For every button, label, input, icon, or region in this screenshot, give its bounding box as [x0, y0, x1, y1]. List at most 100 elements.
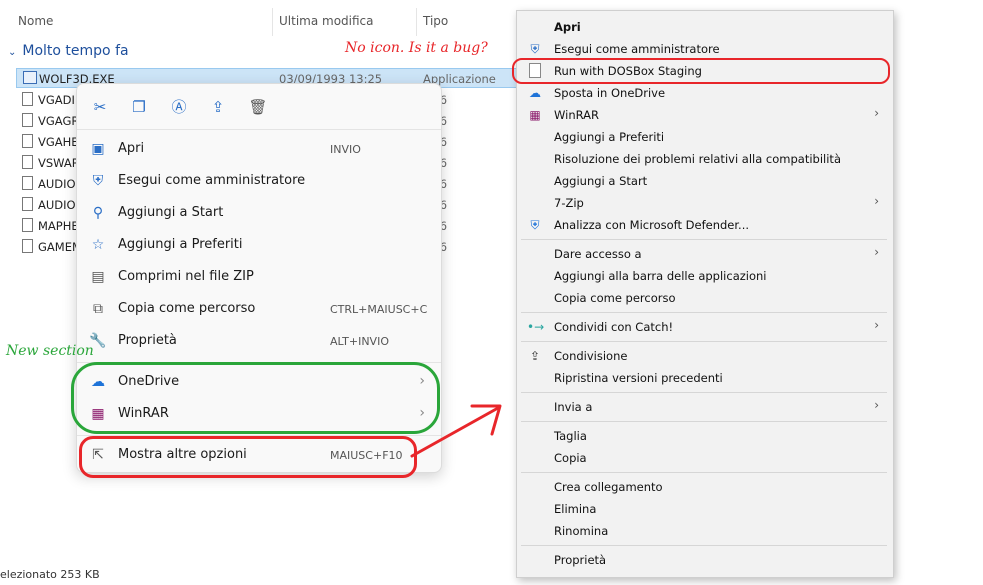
menu-item-send-to[interactable]: Invia a ›	[519, 396, 891, 418]
menu-item-favorites[interactable]: ☆ Aggiungi a Preferiti	[81, 230, 435, 260]
path-icon: ⧉	[93, 301, 103, 317]
menu-label: Esegui come amministratore	[118, 173, 306, 188]
menu-item-move-onedrive[interactable]: ☁ Sposta in OneDrive	[519, 82, 891, 104]
file-name: AUDIO	[38, 177, 76, 191]
file-icon	[22, 176, 33, 190]
file-icon	[22, 92, 33, 106]
menu-label: Apri	[554, 20, 581, 34]
menu-item-catch[interactable]: •→ Condividi con Catch! ›	[519, 316, 891, 338]
menu-label: Analizza con Microsoft Defender...	[554, 218, 750, 232]
menu-label: Copia come percorso	[118, 301, 256, 316]
menu-label: Dare accesso a	[554, 247, 642, 261]
pin-icon: ⚲	[92, 205, 104, 221]
chevron-down-icon: ⌄	[8, 47, 17, 58]
file-name: AUDIO	[38, 198, 76, 212]
divider	[521, 239, 887, 240]
menu-item-run-as-admin[interactable]: ⛨ Esegui come amministratore	[519, 38, 891, 60]
menu-label: Esegui come amministratore	[554, 42, 720, 56]
menu-label: Sposta in OneDrive	[554, 86, 666, 100]
menu-item-apri[interactable]: Apri	[519, 16, 891, 38]
chevron-right-icon: ›	[874, 318, 879, 332]
menu-label: 7-Zip	[554, 196, 584, 210]
menu-item-create-shortcut[interactable]: Crea collegamento	[519, 476, 891, 498]
zip-icon: ▤	[91, 269, 105, 285]
shortcut-text: INVIO	[330, 143, 361, 156]
menu-label: Copia	[554, 451, 587, 465]
menu-item-defender[interactable]: ⛨ Analizza con Microsoft Defender...	[519, 214, 891, 236]
menu-label: WinRAR	[554, 108, 599, 122]
status-bar-text: elezionato 253 KB	[0, 568, 100, 581]
menu-label: Proprietà	[554, 553, 607, 567]
menu-label: Elimina	[554, 502, 597, 516]
menu-item-properties[interactable]: Proprietà	[519, 549, 891, 571]
app-window-icon: ▣	[91, 141, 105, 157]
file-name: MAPHE	[38, 219, 79, 233]
menu-label: Crea collegamento	[554, 480, 663, 494]
menu-item-share[interactable]: ⇪ Condivisione	[519, 345, 891, 367]
uac-shield-icon: ⛨	[530, 42, 540, 56]
menu-item-give-access[interactable]: Dare accesso a ›	[519, 243, 891, 265]
menu-item-properties[interactable]: 🔧 Proprietà ALT+INVIO	[81, 326, 435, 356]
file-icon	[22, 239, 33, 253]
menu-item-delete[interactable]: Elimina	[519, 498, 891, 520]
annotation-no-icon: No icon. Is it a bug?	[345, 40, 488, 56]
menu-item-favorites[interactable]: Aggiungi a Preferiti	[519, 126, 891, 148]
divider	[521, 341, 887, 342]
menu-label: Invia a	[554, 400, 593, 414]
red-arrow	[410, 404, 502, 458]
menu-label: Taglia	[554, 429, 587, 443]
menu-label: Rinomina	[554, 524, 609, 538]
menu-item-copy-path[interactable]: ⧉ Copia come percorso CTRL+MAIUSC+C	[81, 294, 435, 324]
share-icon: ⇪	[529, 349, 541, 363]
menu-label: Aggiungi a Preferiti	[118, 237, 243, 252]
menu-label: Aggiungi alla barra delle applicazioni	[554, 269, 767, 283]
column-name[interactable]: Nome	[18, 14, 53, 28]
menu-label: Ripristina versioni precedenti	[554, 371, 723, 385]
menu-item-zip[interactable]: ▤ Comprimi nel file ZIP	[81, 262, 435, 292]
exe-file-icon	[23, 71, 37, 84]
column-type[interactable]: Tipo	[423, 14, 448, 28]
divider	[521, 312, 887, 313]
group-label: Molto tempo fa	[22, 43, 129, 59]
file-icon	[22, 197, 33, 211]
cut-icon[interactable]: ✂	[89, 96, 111, 118]
shortcut-text: ALT+INVIO	[330, 335, 389, 348]
menu-label: Aggiungi a Start	[118, 205, 224, 220]
menu-item-compat[interactable]: Risoluzione dei problemi relativi alla c…	[519, 148, 891, 170]
file-icon	[22, 134, 33, 148]
chevron-right-icon: ›	[874, 398, 879, 412]
divider	[77, 129, 441, 130]
file-name: VGAHE	[38, 135, 79, 149]
menu-item-rename[interactable]: Rinomina	[519, 520, 891, 542]
menu-item-copy-path[interactable]: Copia come percorso	[519, 287, 891, 309]
column-header: Nome Ultima modifica Tipo	[0, 0, 520, 40]
menu-item-cut[interactable]: Taglia	[519, 425, 891, 447]
menu-label: Proprietà	[118, 333, 177, 348]
menu-item-pin-taskbar[interactable]: Aggiungi alla barra delle applicazioni	[519, 265, 891, 287]
column-modified[interactable]: Ultima modifica	[279, 14, 374, 28]
delete-icon[interactable]: 🗑	[247, 96, 269, 118]
rename-icon[interactable]: Ⓐ	[168, 96, 190, 118]
menu-item-copy[interactable]: Copia	[519, 447, 891, 469]
menu-label: Comprimi nel file ZIP	[118, 269, 254, 284]
menu-label: Copia come percorso	[554, 291, 676, 305]
classic-context-menu: Apri ⛨ Esegui come amministratore Run wit…	[516, 10, 894, 578]
group-header[interactable]: ⌄ Molto tempo fa	[8, 43, 129, 59]
column-divider[interactable]	[272, 8, 273, 36]
menu-item-pin-start[interactable]: Aggiungi a Start	[519, 170, 891, 192]
menu-item-pin-start[interactable]: ⚲ Aggiungi a Start	[81, 198, 435, 228]
menu-item-winrar[interactable]: ▦ WinRAR ›	[519, 104, 891, 126]
copy-icon[interactable]: ❐	[128, 96, 150, 118]
menu-item-run-as-admin[interactable]: ⛨ Esegui come amministratore	[81, 166, 435, 196]
divider	[521, 421, 887, 422]
onedrive-icon: ☁	[529, 86, 541, 100]
menu-label: Condivisione	[554, 349, 628, 363]
column-divider[interactable]	[416, 8, 417, 36]
menu-item-apri[interactable]: ▣ Apri INVIO	[81, 134, 435, 164]
share-icon[interactable]: ⇪	[207, 96, 229, 118]
star-icon: ☆	[91, 237, 105, 253]
menu-item-restore-versions[interactable]: Ripristina versioni precedenti	[519, 367, 891, 389]
context-toolbar: ✂ ❐ Ⓐ ⇪ 🗑	[77, 84, 441, 128]
chevron-right-icon: ›	[874, 106, 879, 120]
menu-item-7zip[interactable]: 7-Zip ›	[519, 192, 891, 214]
